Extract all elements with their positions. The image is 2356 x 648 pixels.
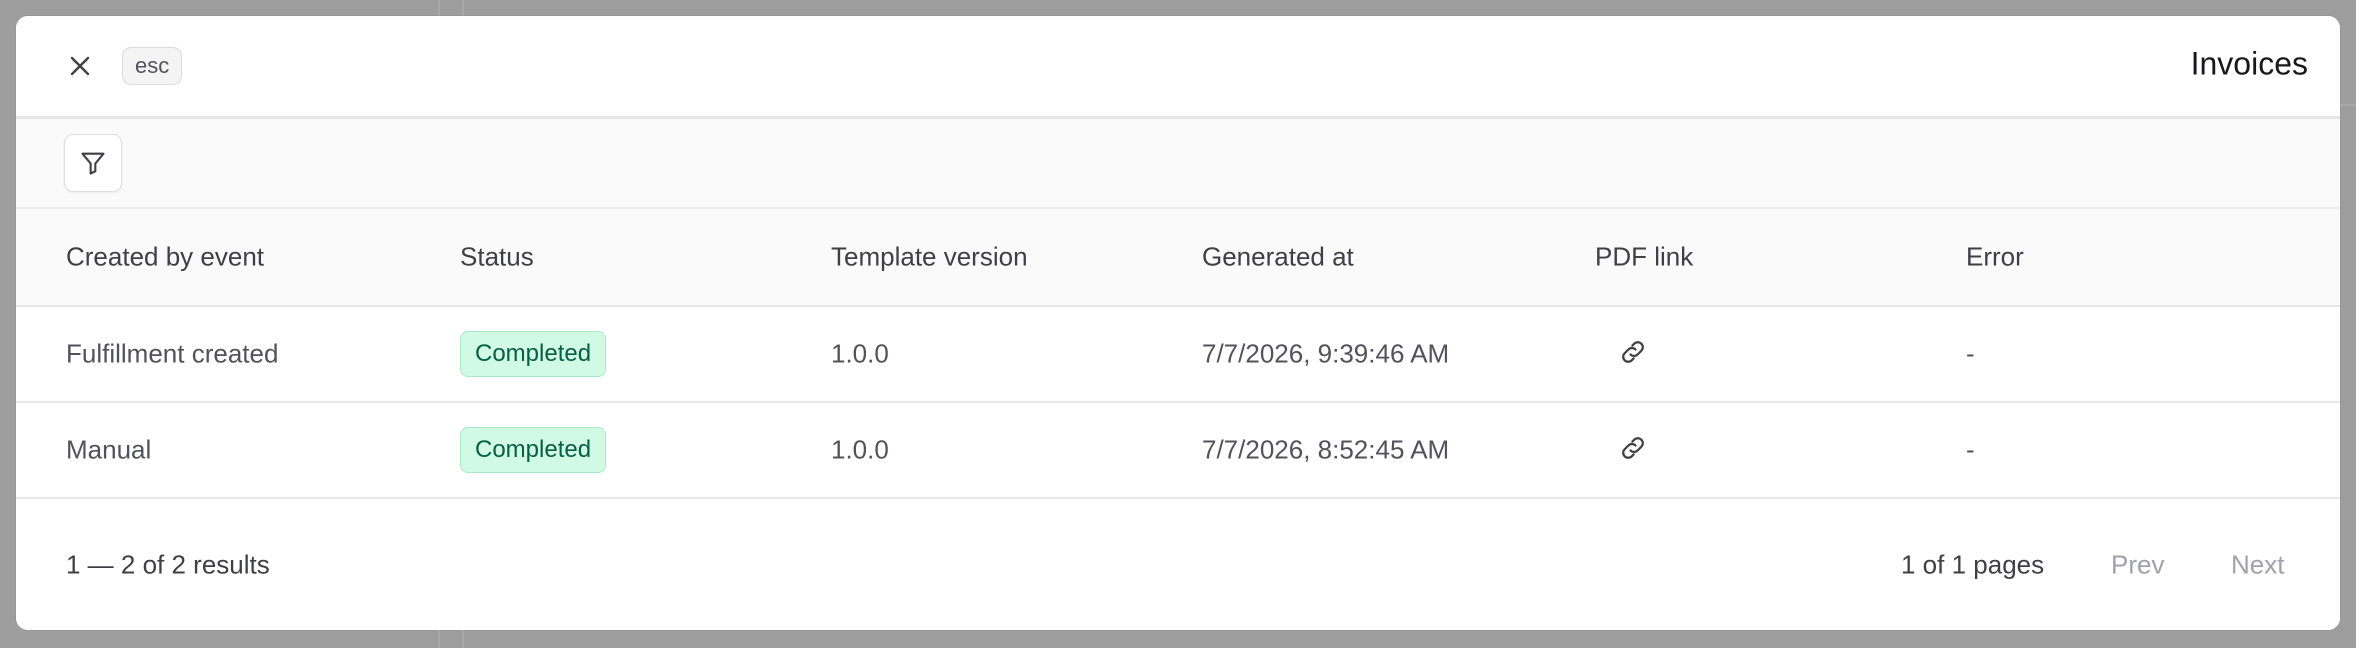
created-by-event-cell: Fulfillment created — [66, 338, 279, 369]
column-header-generated-at[interactable]: Generated at — [1202, 242, 1354, 273]
created-by-event-cell: Manual — [66, 434, 152, 465]
template-version-cell: 1.0.0 — [831, 434, 889, 465]
table-header-row: Created by event Status Template version… — [16, 209, 2340, 307]
pdf-link[interactable] — [1615, 334, 1651, 370]
link-icon — [1622, 437, 1644, 459]
generated-at-cell: 7/7/2026, 8:52:45 AM — [1202, 434, 1450, 465]
pdf-link-cell — [1595, 334, 1651, 374]
status-cell: Completed — [460, 427, 607, 473]
modal-header: esc Invoices — [16, 16, 2340, 119]
prev-button[interactable]: Prev — [2111, 549, 2164, 580]
esc-shortcut-hint: esc — [122, 47, 183, 85]
page-indicator: 1 of 1 pages — [1901, 549, 2045, 579]
table-row[interactable]: Manual Completed 1.0.0 7/7/2026, 8:52:45… — [16, 403, 2340, 499]
pagination-footer: 1 — 2 of 2 results 1 of 1 pages Prev Nex… — [16, 499, 2340, 630]
link-icon — [1622, 341, 1644, 363]
status-cell: Completed — [460, 331, 607, 377]
error-cell: - — [1966, 338, 1975, 369]
column-header-created-by-event[interactable]: Created by event — [66, 242, 264, 273]
table-toolbar — [16, 119, 2340, 209]
table-row[interactable]: Fulfillment created Completed 1.0.0 7/7/… — [16, 307, 2340, 403]
generated-at-cell: 7/7/2026, 9:39:46 AM — [1202, 338, 1450, 369]
column-header-template-version[interactable]: Template version — [831, 242, 1028, 273]
pdf-link-cell — [1595, 430, 1651, 470]
invoices-modal: esc Invoices Created by event Status Tem… — [16, 16, 2340, 630]
column-header-pdf-link[interactable]: PDF link — [1595, 242, 1693, 273]
template-version-cell: 1.0.0 — [831, 338, 889, 369]
pdf-link[interactable] — [1615, 430, 1651, 466]
modal-title: Invoices — [2190, 45, 2308, 82]
close-button[interactable] — [62, 48, 98, 84]
status-badge: Completed — [460, 331, 607, 377]
status-badge: Completed — [460, 427, 607, 473]
close-icon — [70, 56, 90, 76]
next-button[interactable]: Next — [2231, 549, 2284, 580]
background-divider — [2340, 104, 2356, 106]
filter-icon — [81, 152, 105, 175]
error-cell: - — [1966, 434, 1975, 465]
filter-button[interactable] — [64, 134, 122, 192]
column-header-status[interactable]: Status — [460, 242, 534, 273]
column-header-error[interactable]: Error — [1966, 242, 2024, 273]
results-count: 1 — 2 of 2 results — [66, 549, 270, 579]
